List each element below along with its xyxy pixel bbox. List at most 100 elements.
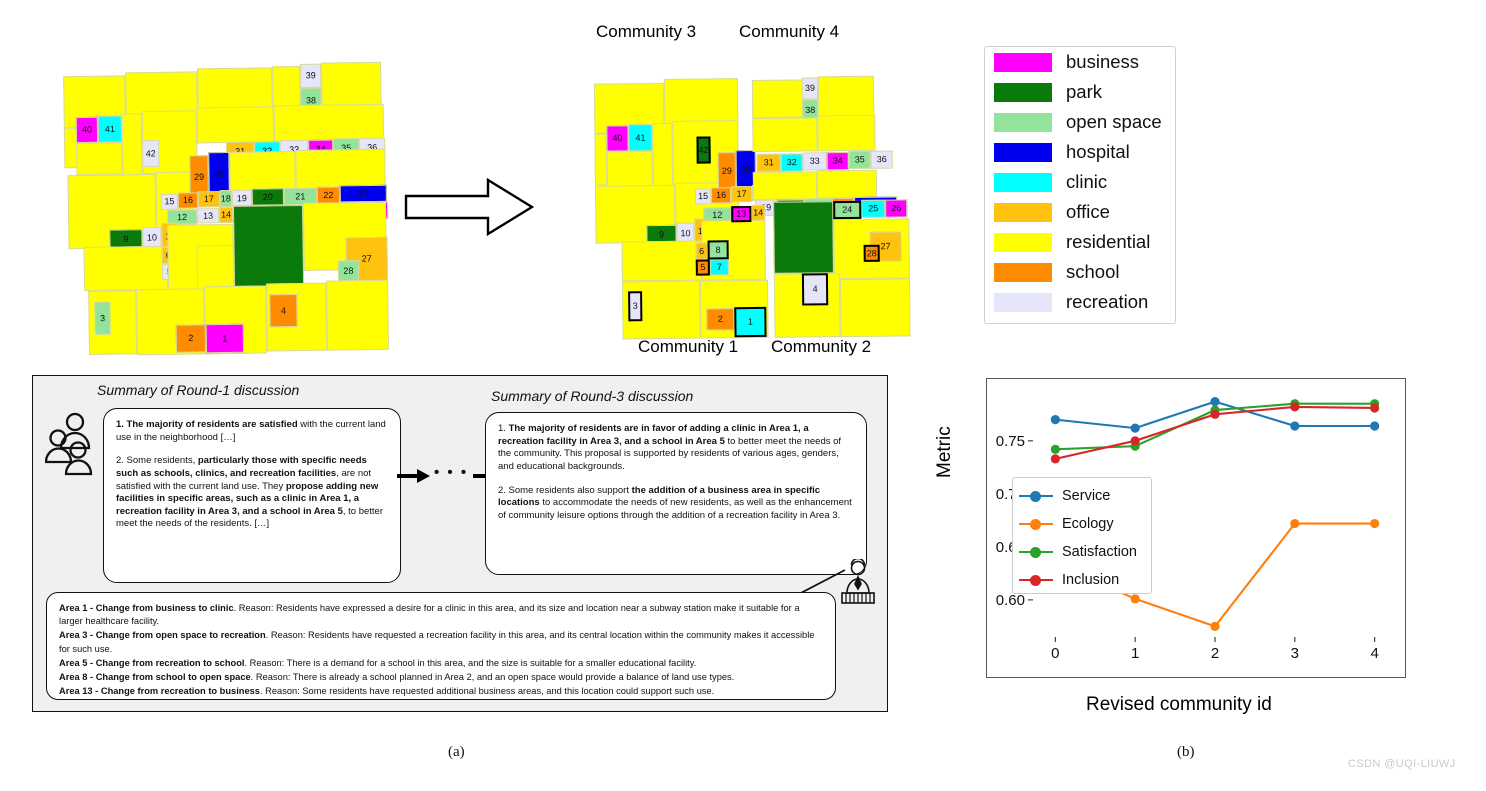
parcel-label: 39 [804, 82, 816, 93]
parcel-label: 15 [164, 196, 175, 207]
residents-group-icon [44, 412, 109, 489]
round1-paragraph-1: 1. The majority of residents are satisfi… [116, 419, 386, 443]
parcel-23: 23 [339, 184, 387, 203]
landuse-legend: business park open space hospital clinic offi… [984, 46, 1176, 324]
round3-bubble: 1. The majority of residents are in favo… [485, 412, 867, 575]
parcel-4: 4 [269, 294, 298, 328]
parcel-39: 39 [300, 63, 322, 88]
legend-label: school [1066, 261, 1120, 282]
parcel-1: 1 [734, 306, 767, 338]
chart-legend-item-ecology: Ecology [1013, 510, 1151, 538]
parcel-17: 17 [730, 186, 753, 203]
x-tick-label: 0 [1051, 645, 1059, 662]
community-label: Community 4 [739, 22, 840, 41]
parcel-3: 3 [628, 291, 643, 322]
parcel-background [751, 79, 805, 119]
parcel-background [606, 151, 653, 188]
parcel-background [752, 117, 818, 153]
data-point-inclusion [1130, 436, 1140, 446]
parcel-7: 7 [709, 259, 729, 276]
chart-y-axis-label: Metric [934, 426, 955, 478]
data-point-ecology [1130, 594, 1140, 604]
data-point-inclusion [1210, 409, 1220, 419]
parcel-32: 32 [780, 153, 803, 172]
parcel-background [817, 75, 875, 119]
data-point-service [1210, 397, 1220, 407]
parcel-label: 40 [81, 124, 92, 135]
parcel-label: 23 [358, 188, 369, 199]
flow-ellipsis: • • • [434, 464, 469, 481]
parcel-background [752, 171, 818, 201]
parcel-label: 28 [343, 265, 354, 276]
data-point-satisfaction [1050, 444, 1060, 454]
chart-legend: Service Ecology Satisfaction Inclusion [1012, 477, 1152, 594]
parcel-label: 9 [123, 233, 129, 244]
parcel-label: 1 [222, 333, 228, 344]
parcel-33: 33 [802, 152, 827, 171]
parcel-label: 30 [740, 164, 751, 175]
legend-swatch [994, 172, 1052, 192]
parcel-label: 27 [880, 241, 891, 252]
legend-item-open-space: open space [985, 107, 1175, 137]
area-change-title: Area 8 - Change from school to open spac… [59, 671, 251, 682]
chart-legend-label: Service [1062, 488, 1111, 504]
parcel-16: 16 [177, 192, 199, 209]
legend-label: residential [1066, 231, 1151, 252]
chart-legend-dot [1030, 546, 1041, 558]
caption-b: (b) [1177, 744, 1195, 760]
data-point-ecology [1370, 518, 1380, 529]
data-point-ecology [1210, 621, 1220, 631]
area-change-title: Area 5 - Change from recreation to schoo… [59, 657, 245, 668]
parcel-label: 10 [680, 228, 691, 239]
parcel-label: 28 [866, 247, 877, 258]
parcel-label: 4 [812, 283, 818, 294]
parcel-28: 28 [337, 260, 360, 282]
parcel-29: 29 [717, 152, 737, 191]
parcel-label: 13 [203, 210, 214, 221]
legend-label: business [1066, 51, 1140, 72]
parcel-label: 17 [736, 188, 747, 199]
parcel-label: 29 [721, 165, 732, 176]
parcel-label: 30 [213, 168, 225, 179]
parcel-2: 2 [706, 308, 735, 331]
parcel-14: 14 [751, 204, 766, 222]
round1-paragraph-2: 2. Some residents, particularly those wi… [116, 455, 383, 530]
area-change-item: Area 8 - Change from school to open spac… [59, 671, 823, 684]
parcel-13: 13 [197, 208, 220, 224]
area-change-list: Area 1 - Change from business to clinic.… [46, 592, 836, 700]
community-label: Community 2 [771, 337, 872, 356]
legend-swatch [994, 52, 1052, 72]
parcel-background [773, 201, 834, 274]
parcel-26: 26 [885, 199, 908, 218]
parcel-label: 8 [715, 244, 721, 255]
data-point-service [1050, 415, 1060, 425]
area-change-reason: . Reason: Some residents have requested … [259, 686, 715, 697]
parcel-18: 18 [219, 189, 232, 208]
round3-title: Summary of Round-3 discussion [491, 388, 694, 404]
area-change-item: Area 13 - Change from recreation to busi… [59, 685, 823, 698]
community-label: Community 1 [638, 337, 739, 356]
parcel-label: 6 [699, 245, 705, 256]
watermark: CSDN @UQI-LIUWJ [1348, 758, 1456, 770]
x-tick-label: 1 [1131, 645, 1139, 662]
parcel-label: 29 [193, 171, 205, 182]
parcel-39: 39 [801, 77, 819, 100]
parcel-label: 34 [832, 155, 843, 166]
chart-legend-item-satisfaction: Satisfaction [1013, 538, 1151, 566]
parcel-background [817, 114, 876, 152]
area-change-reason: . Reason: There is already a school plan… [250, 671, 735, 682]
original-landuse-map: 3938404142373132333435362930151617181920… [55, 50, 399, 365]
parcel-label: 2 [717, 313, 723, 324]
parcel-35: 35 [848, 150, 871, 170]
parcel-label: 3 [99, 312, 106, 323]
chart-legend-label: Inclusion [1062, 572, 1120, 588]
parcel-22: 22 [316, 186, 340, 204]
parcel-background [326, 279, 390, 351]
area-change-item: Area 1 - Change from business to clinic.… [59, 602, 823, 628]
round3-paragraph-1: 1. The majority of residents are in favo… [498, 423, 842, 472]
area-change-item: Area 3 - Change from open space to recre… [59, 629, 823, 655]
round1-title: Summary of Round-1 discussion [97, 382, 300, 398]
caption-a: (a) [448, 744, 465, 760]
chart-x-axis-label: Revised community id [1086, 694, 1272, 715]
legend-label: hospital [1066, 141, 1130, 162]
